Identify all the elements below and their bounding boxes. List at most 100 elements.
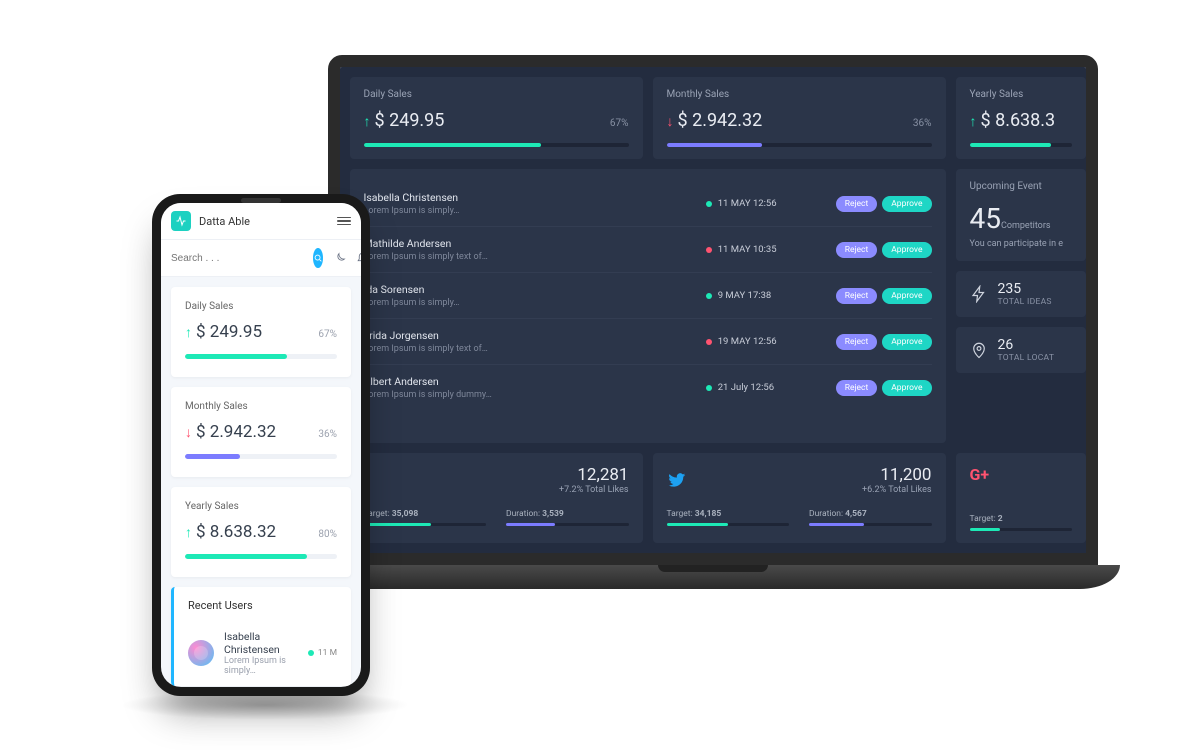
duration-bar: Duration: 3,539: [506, 509, 629, 526]
social-growth-label: Total Likes: [888, 485, 931, 495]
reject-button[interactable]: Reject: [836, 334, 878, 350]
event-count: 45: [970, 202, 1001, 235]
facebook-card[interactable]: 12,281 +7.2% Total Likes Target: 35,098 …: [350, 453, 643, 543]
card-pct: 67%: [610, 118, 629, 129]
reject-button[interactable]: Reject: [836, 380, 878, 396]
daily-sales-card[interactable]: Daily Sales ↑$ 249.95 67%: [350, 77, 643, 159]
card-title: Daily Sales: [185, 301, 337, 312]
event-note: You can participate in e: [970, 239, 1072, 249]
user-subtitle: Lorem Ipsum is simply…: [364, 298, 696, 308]
search-icon: [313, 253, 323, 263]
arrow-down-icon: ↓: [185, 425, 192, 441]
user-row[interactable]: Isabella ChristensenLorem Ipsum is simpl…: [364, 181, 932, 227]
phone-mockup: Datta Able Daily Sales ↑$ 249.9567% Mont…: [152, 194, 370, 696]
approve-button[interactable]: Approve: [882, 242, 931, 258]
brand-logo[interactable]: [171, 211, 191, 231]
user-subtitle: Lorem Ipsum is simply text of…: [364, 252, 696, 262]
progress-track: [970, 143, 1072, 147]
progress-fill: [185, 354, 287, 359]
status-dot-icon: [706, 385, 712, 391]
card-title: Yearly Sales: [185, 501, 337, 512]
arrow-up-icon: ↑: [364, 114, 371, 130]
google-plus-icon: G+: [970, 465, 1072, 484]
theme-toggle[interactable]: [333, 251, 346, 265]
card-title: Monthly Sales: [667, 89, 932, 100]
user-row[interactable]: Frida JorgensenLorem Ipsum is simply tex…: [364, 319, 932, 365]
arrow-up-icon: ↑: [970, 114, 977, 130]
yearly-sales-card[interactable]: Yearly Sales ↑$ 8.638.3280%: [171, 487, 351, 577]
user-row[interactable]: Mathilde Andersen Lorem Ipsum is simply t…: [364, 227, 932, 273]
user-date: 9 MAY 17:38: [706, 290, 826, 301]
phone-toolbar: [161, 240, 361, 277]
status-dot-icon: [706, 293, 712, 299]
card-value: $ 8.638.3: [981, 110, 1056, 131]
bolt-icon: [970, 285, 988, 303]
progress-track: [185, 454, 337, 459]
user-name: Mathilde Andersen: [364, 237, 696, 250]
section-title: Recent Users: [188, 599, 337, 612]
social-count: 12,281: [559, 465, 629, 485]
arrow-down-icon: ↓: [667, 114, 674, 130]
progress-track: [667, 143, 932, 147]
card-value: $ 249.95: [375, 110, 445, 131]
target-bar: Target: 2: [970, 514, 1072, 531]
user-name: Ida Sorensen: [364, 283, 696, 296]
arrow-up-icon: ↑: [185, 525, 192, 541]
approve-button[interactable]: Approve: [882, 196, 931, 212]
user-name: Frida Jorgensen: [364, 329, 696, 342]
card-pct: 36%: [318, 429, 337, 440]
social-count: 11,200: [862, 465, 932, 485]
user-subtitle: Lorem Ipsum is simply…: [364, 206, 696, 216]
user-date: 21 July 12:56: [706, 382, 826, 393]
card-value: $ 2.942.32: [678, 110, 763, 131]
user-row[interactable]: Ida Sorensen Lorem Ipsum is simply… 9 MAY …: [364, 273, 932, 319]
stat-label: TOTAL LOCAT: [998, 353, 1055, 363]
approve-button[interactable]: Approve: [882, 380, 931, 396]
status-dot-icon: [308, 650, 314, 656]
target-bar: Target: 34,185: [667, 509, 790, 526]
user-name: Albert Andersen: [364, 375, 696, 388]
total-locations-card[interactable]: 26TOTAL LOCAT: [956, 327, 1086, 373]
duration-bar: Duration: 4,567: [809, 509, 932, 526]
laptop-base: [305, 565, 1120, 589]
approve-button[interactable]: Approve: [882, 334, 931, 350]
social-growth-label: Total Likes: [585, 485, 628, 495]
event-count-label: Competitors: [1001, 221, 1051, 231]
menu-icon[interactable]: [337, 215, 351, 228]
phone-header: Datta Able: [161, 203, 361, 240]
card-title: Daily Sales: [364, 89, 629, 100]
monthly-sales-card[interactable]: Monthly Sales ↓$ 2.942.3236%: [171, 387, 351, 477]
activity-icon: [175, 215, 187, 227]
reject-button[interactable]: Reject: [836, 242, 878, 258]
user-subtitle: Lorem Ipsum is simply dummy…: [364, 390, 696, 400]
approve-button[interactable]: Approve: [882, 288, 931, 304]
status-dot-icon: [706, 339, 712, 345]
monthly-sales-card[interactable]: Monthly Sales ↓$ 2.942.32 36%: [653, 77, 946, 159]
user-subtitle: Lorem Ipsum is simply…: [224, 656, 298, 676]
search-button[interactable]: [313, 248, 323, 268]
social-growth: +6.2%: [862, 485, 886, 495]
user-row[interactable]: Albert Andersen Lorem Ipsum is simply dum…: [364, 365, 932, 410]
status-dot-icon: [706, 201, 712, 207]
recent-users-card: Isabella ChristensenLorem Ipsum is simpl…: [350, 169, 946, 443]
progress-fill: [185, 554, 307, 559]
notifications-button[interactable]: [356, 251, 361, 265]
avatar: [188, 640, 214, 666]
search-input[interactable]: [171, 253, 303, 264]
recent-users-card: Recent Users Isabella Christensen Lorem …: [171, 587, 351, 686]
daily-sales-card[interactable]: Daily Sales ↑$ 249.9567%: [171, 287, 351, 377]
laptop-screen: Daily Sales ↑$ 249.95 67% Monthly Sales …: [328, 55, 1098, 565]
google-plus-card[interactable]: G+ Target: 2: [956, 453, 1086, 543]
reject-button[interactable]: Reject: [836, 288, 878, 304]
upcoming-event-card[interactable]: Upcoming Event 45Competitors You can par…: [956, 169, 1086, 261]
total-ideas-card[interactable]: 235TOTAL IDEAS: [956, 271, 1086, 317]
yearly-sales-card[interactable]: Yearly Sales ↑$ 8.638.3: [956, 77, 1086, 159]
progress-track: [185, 554, 337, 559]
user-row[interactable]: Isabella Christensen Lorem Ipsum is simp…: [188, 624, 337, 686]
stat-value: 26: [998, 337, 1055, 353]
progress-track: [185, 354, 337, 359]
user-date: 11 MAY 10:35: [706, 244, 826, 255]
reject-button[interactable]: Reject: [836, 196, 878, 212]
laptop-mockup: Daily Sales ↑$ 249.95 67% Monthly Sales …: [305, 55, 1120, 675]
twitter-card[interactable]: 11,200 +6.2% Total Likes Target: 34,185 …: [653, 453, 946, 543]
